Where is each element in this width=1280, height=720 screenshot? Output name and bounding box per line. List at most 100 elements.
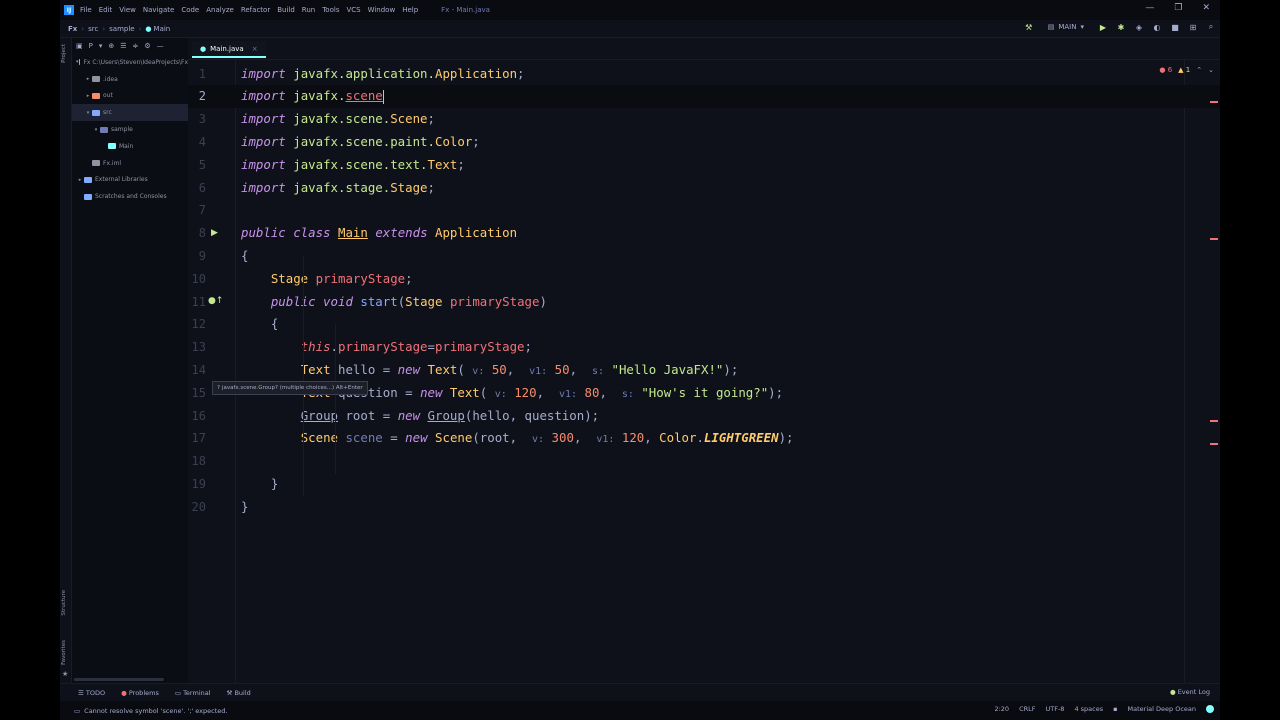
breadcrumb-project[interactable]: Fx xyxy=(68,25,77,33)
problems-tab[interactable]: ● Problems xyxy=(121,689,159,697)
tree-item-label: External Libraries xyxy=(95,176,148,184)
chevron-down-icon[interactable]: ▾ xyxy=(92,127,100,133)
gear-icon[interactable]: ⚙ xyxy=(144,42,150,50)
error-stripe-mark[interactable] xyxy=(1210,238,1218,240)
chevron-right-icon[interactable]: ▸ xyxy=(76,177,84,183)
code-line: 12 { xyxy=(188,313,1220,336)
expand-all-icon[interactable]: ≑ xyxy=(133,42,139,50)
breadcrumb-sample[interactable]: sample xyxy=(109,25,134,33)
project-tree-item[interactable]: ▸ out xyxy=(72,88,188,105)
profile-icon[interactable]: ◐ xyxy=(1152,23,1162,32)
locate-icon[interactable]: ⊕ xyxy=(108,42,114,50)
project-view-label[interactable]: P xyxy=(89,42,93,50)
project-tool-tab[interactable]: Project xyxy=(61,44,67,63)
menu-window[interactable]: Window xyxy=(368,6,396,14)
file-encoding[interactable]: UTF-8 xyxy=(1046,705,1065,713)
line-number: 5 xyxy=(198,157,206,172)
breadcrumb-main[interactable]: Main xyxy=(154,25,171,33)
event-log-tab[interactable]: ● Event Log xyxy=(1170,688,1210,696)
project-tree-item[interactable]: Scratches and Consoles xyxy=(72,188,188,205)
stop-icon[interactable]: ■ xyxy=(1170,23,1180,32)
editor-tab-bar: ● Main.java × xyxy=(188,38,1220,60)
project-structure-icon[interactable]: ⊞ xyxy=(1188,23,1198,32)
theme-name[interactable]: Material Deep Ocean xyxy=(1128,705,1196,713)
coverage-icon[interactable]: ◈ xyxy=(1134,23,1144,32)
indent-guide xyxy=(335,324,336,474)
run-icon[interactable]: ▶ xyxy=(1098,23,1108,32)
menu-run[interactable]: Run xyxy=(302,6,315,14)
menu-code[interactable]: Code xyxy=(181,6,199,14)
favorites-tool-tab[interactable]: Favorites xyxy=(61,640,67,665)
line-separator[interactable]: CRLF xyxy=(1019,705,1035,713)
tab-main-java[interactable]: ● Main.java × xyxy=(192,41,266,58)
hide-panel-icon[interactable]: — xyxy=(157,42,164,50)
menu-file[interactable]: File xyxy=(80,6,92,14)
chevron-down-icon[interactable]: ▾ xyxy=(84,110,92,116)
run-gutter-icon[interactable]: ▶ xyxy=(211,228,218,238)
line-number: 6 xyxy=(198,180,206,195)
project-tree-item[interactable]: ▸ .idea xyxy=(72,71,188,88)
run-configuration-select[interactable]: ▤ MAIN ▾ xyxy=(1042,23,1090,31)
status-widgets: 2:20 CRLF UTF-8 4 spaces ▪ Material Deep… xyxy=(994,705,1214,713)
lock-icon[interactable]: ▪ xyxy=(1113,705,1117,713)
line-number: 15 xyxy=(191,385,206,400)
project-tree-item[interactable]: ▸ External Libraries xyxy=(72,172,188,189)
error-stripe-mark[interactable] xyxy=(1210,420,1218,422)
search-icon[interactable]: ⌕ xyxy=(1206,22,1216,32)
tree-item-label: Fx C:\Users\Steven\IdeaProjects\Fx xyxy=(83,58,188,66)
menu-build[interactable]: Build xyxy=(277,6,295,14)
folder-icon xyxy=(92,109,100,116)
chevron-right-icon: › xyxy=(81,24,85,33)
menu-view[interactable]: View xyxy=(119,6,136,14)
indent-setting[interactable]: 4 spaces xyxy=(1074,705,1103,713)
project-tree-item[interactable]: ▾ sample xyxy=(72,121,188,138)
error-stripe-mark[interactable] xyxy=(1210,443,1218,445)
intellij-logo-icon: IJ xyxy=(64,5,74,15)
menu-navigate[interactable]: Navigate xyxy=(143,6,174,14)
structure-tool-tab[interactable]: Structure xyxy=(61,590,67,616)
status-message[interactable]: Cannot resolve symbol 'scene'. ';' expec… xyxy=(84,707,227,715)
project-view-icon[interactable]: ▣ xyxy=(76,42,83,50)
close-window-button[interactable]: ✕ xyxy=(1202,3,1210,13)
line-number: 7 xyxy=(198,203,206,218)
minimize-button[interactable]: — xyxy=(1145,3,1154,13)
line-number: 18 xyxy=(191,454,206,469)
debug-icon[interactable]: ✱ xyxy=(1116,23,1126,32)
terminal-tab[interactable]: ▭ Terminal xyxy=(175,689,211,697)
menu-help[interactable]: Help xyxy=(402,6,418,14)
project-tree-item[interactable]: ▾ src xyxy=(72,104,188,122)
list-icon: ☰ xyxy=(78,688,86,697)
left-tool-strip: Project Structure Favorites ★ xyxy=(60,38,72,683)
navigation-bar: Fx › src › sample › ● Main ⚒ ▤ MAIN ▾ ▶ … xyxy=(60,20,1220,38)
project-tree-item[interactable]: ▾ Fx C:\Users\Steven\IdeaProjects\Fx xyxy=(72,54,188,71)
chevron-right-icon[interactable]: ▸ xyxy=(84,93,92,99)
breadcrumb-src[interactable]: src xyxy=(88,25,98,33)
folder-icon xyxy=(84,176,92,183)
close-tab-icon[interactable]: × xyxy=(252,45,258,53)
tree-item-label: .idea xyxy=(103,75,118,83)
error-stripe-mark[interactable] xyxy=(1210,101,1218,103)
bottom-tool-bar: ☰ TODO ● Problems ▭ Terminal ⚒ Build ● E… xyxy=(60,683,1220,701)
menu-analyze[interactable]: Analyze xyxy=(206,6,234,14)
menu-tools[interactable]: Tools xyxy=(322,6,339,14)
restore-button[interactable]: ❐ xyxy=(1174,3,1182,13)
import-hint-tooltip[interactable]: ? javafx.scene.Group? (multiple choices.… xyxy=(212,381,368,395)
code-line: 3 import javafx.scene.Scene; xyxy=(188,108,1220,131)
hammer-build-icon[interactable]: ⚒ xyxy=(1024,23,1034,32)
folder-icon xyxy=(84,193,92,200)
collapse-all-icon[interactable]: ☰ xyxy=(120,42,126,50)
folder-icon xyxy=(92,92,100,99)
project-tree-item[interactable]: Main xyxy=(72,138,188,155)
todo-tab[interactable]: ☰ TODO xyxy=(78,689,105,697)
menu-refactor[interactable]: Refactor xyxy=(241,6,270,14)
build-tab[interactable]: ⚒ Build xyxy=(227,689,251,697)
chevron-right-icon[interactable]: ▸ xyxy=(84,76,92,82)
menu-vcs[interactable]: VCS xyxy=(346,6,360,14)
code-editor[interactable]: ● 6 ▲ 1 ⌃ ⌄ 1 import javafx.application.A… xyxy=(188,60,1220,683)
horizontal-scrollbar[interactable] xyxy=(74,678,164,681)
menu-edit[interactable]: Edit xyxy=(99,6,113,14)
override-run-gutter-icon[interactable]: ●↑ xyxy=(208,296,223,306)
line-number: 8 xyxy=(198,226,206,241)
project-tree-item[interactable]: Fx.iml xyxy=(72,155,188,172)
caret-position[interactable]: 2:20 xyxy=(994,705,1009,713)
